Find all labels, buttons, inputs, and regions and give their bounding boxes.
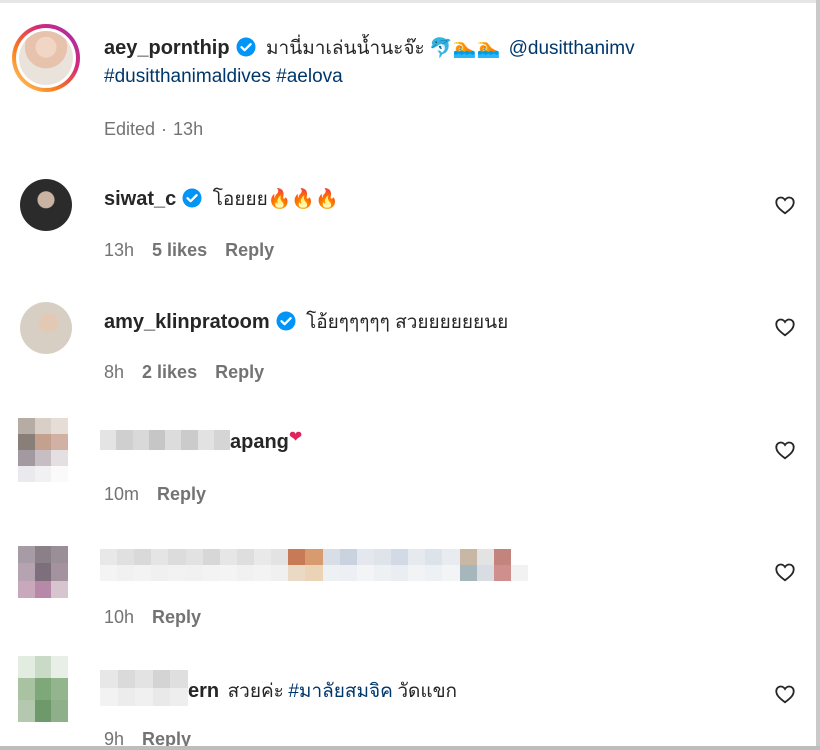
- caption-meta: Edited · 13h: [104, 119, 204, 139]
- caption-line-1: aey_pornthip มานี่มาเล่นน้ำนะจ๊ะ 🐬🏊🏊 @du…: [104, 33, 635, 63]
- commenter-username-visible[interactable]: apang: [230, 431, 289, 453]
- frame-top-border: [0, 0, 820, 3]
- edited-label: Edited: [104, 119, 156, 139]
- comment-text: โอยยย🔥🔥🔥: [212, 189, 339, 210]
- comment-time: 8h: [104, 362, 125, 382]
- comment-line: ern สวยค่ะ #มาลัยสมจิค วัดแขก: [188, 676, 457, 706]
- verified-badge-icon: [276, 311, 296, 336]
- comment-hashtag[interactable]: #มาลัยสมจิค: [288, 681, 393, 702]
- pixelated-username: [100, 670, 188, 706]
- caption-mention[interactable]: @dusitthanimv: [509, 38, 635, 59]
- scrollbar-edge[interactable]: [816, 0, 820, 750]
- frame-bottom-border: [0, 746, 820, 750]
- comment-line: apang❤: [230, 427, 302, 454]
- commenter-username[interactable]: amy_klinpratoom: [104, 311, 270, 333]
- heart-icon[interactable]: [774, 316, 796, 338]
- reply-button[interactable]: Reply: [152, 607, 201, 627]
- post-author-username[interactable]: aey_pornthip: [104, 37, 230, 59]
- reply-button[interactable]: Reply: [225, 240, 274, 260]
- commenter-username[interactable]: siwat_c: [104, 188, 176, 210]
- comment-time: 10h: [104, 607, 135, 627]
- reply-button[interactable]: Reply: [215, 362, 264, 382]
- comment-meta: 10m Reply: [104, 484, 224, 505]
- commenter-avatar[interactable]: [20, 179, 72, 231]
- verified-badge-icon: [182, 188, 202, 213]
- comment-time: 13h: [104, 240, 135, 260]
- pixelated-avatar: [18, 546, 68, 598]
- pixelated-username: [100, 430, 230, 450]
- comment-time: 10m: [104, 484, 140, 504]
- comment-meta: 8h 2 likes Reply: [104, 362, 282, 383]
- heart-icon[interactable]: [774, 561, 796, 583]
- heart-icon[interactable]: [774, 439, 796, 461]
- red-heart-emoji: ❤: [288, 429, 303, 446]
- post-author-avatar[interactable]: [12, 24, 80, 92]
- comment-meta: 10h Reply: [104, 607, 219, 628]
- verified-badge-icon: [236, 37, 256, 62]
- pixelated-comment-text: [100, 549, 528, 581]
- comment-line: siwat_c โอยยย🔥🔥🔥: [104, 184, 339, 214]
- heart-icon[interactable]: [774, 194, 796, 216]
- comment-likes[interactable]: 2 likes: [142, 362, 197, 382]
- comment-text: สวยค่ะ: [227, 681, 284, 702]
- comment-likes[interactable]: 5 likes: [152, 240, 207, 260]
- heart-icon[interactable]: [774, 683, 796, 705]
- pixelated-avatar: [18, 418, 68, 482]
- caption-time: 13h: [173, 119, 204, 139]
- caption-emoji: 🐬🏊🏊: [429, 38, 501, 59]
- pixelated-avatar: [18, 656, 68, 722]
- caption-text: มานี่มาเล่นน้ำนะจ๊ะ: [266, 38, 425, 59]
- commenter-username-visible[interactable]: ern: [188, 680, 219, 702]
- reply-button[interactable]: Reply: [157, 484, 206, 504]
- caption-hashtags[interactable]: #dusitthanimaldives #aelova: [104, 66, 343, 87]
- caption-line-2: #dusitthanimaldives #aelova: [104, 66, 343, 88]
- comment-line: amy_klinpratoom โอ้ยๆๆๆๆๆ สวยยยยยยนย: [104, 307, 508, 337]
- comment-text: โอ้ยๆๆๆๆๆ สวยยยยยยนย: [306, 312, 509, 333]
- comment-text-after: วัดแขก: [397, 681, 458, 702]
- commenter-avatar[interactable]: [20, 302, 72, 354]
- comment-meta: 13h 5 likes Reply: [104, 240, 292, 261]
